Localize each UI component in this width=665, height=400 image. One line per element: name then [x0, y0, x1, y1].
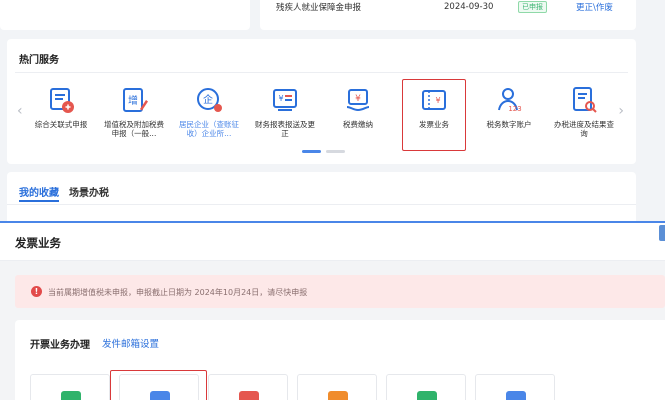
- invoice-tile[interactable]: [297, 374, 377, 400]
- chevron-left-icon[interactable]: ‹: [17, 103, 23, 119]
- digital-account-icon: 123: [498, 88, 522, 113]
- warning-alert: ! 当前属期增值税未申报，申报截止日期为 2024年10月24日，请尽快申报: [15, 275, 665, 308]
- invoice-business-page: 发票业务 ! 当前属期增值税未申报，申报截止日期为 2024年10月24日，请尽…: [0, 223, 665, 400]
- service-progress-query[interactable]: 办税进度及结果查询: [552, 85, 616, 138]
- tax-home-panel: 残疾人就业保障金申报 2024-09-30 已申报 更正\作废 热门服务 ‹ ›…: [0, 0, 665, 222]
- svg-text:¥: ¥: [278, 94, 283, 103]
- section-title: 开票业务办理: [30, 340, 90, 351]
- tile-icon: [417, 391, 437, 400]
- page-title: 发票业务: [15, 236, 61, 250]
- invoice-tile[interactable]: [475, 374, 555, 400]
- page-header: 发票业务: [0, 223, 665, 261]
- service-label: 居民企业（查账征收）企业所...: [179, 120, 239, 138]
- carousel-dot[interactable]: [326, 150, 345, 153]
- tab-my-favorites[interactable]: 我的收藏: [19, 184, 59, 199]
- svg-text:123: 123: [508, 105, 521, 113]
- alert-message: 当前属期增值税未申报，申报截止日期为 2024年10月24日，请尽快申报: [48, 288, 308, 297]
- invoice-tile[interactable]: [208, 374, 288, 400]
- status-badge: 已申报: [518, 1, 547, 13]
- declaration-row: 残疾人就业保障金申报 2024-09-30 已申报 更正\作废: [260, 0, 636, 14]
- report-doc-icon: [50, 88, 74, 113]
- hot-services-card: 热门服务 ‹ › 综合关联式申报 增 增值税及附加税费申报（一般... 企 居民…: [7, 39, 636, 164]
- svg-text:企: 企: [203, 93, 213, 106]
- declaration-list-card: 残疾人就业保障金申报 2024-09-30 已申报 更正\作废: [260, 0, 636, 30]
- correct-void-link[interactable]: 更正\作废: [576, 1, 613, 13]
- left-card-fragment: [0, 0, 250, 30]
- service-financial-report[interactable]: ¥ 财务报表报送及更正: [253, 85, 317, 138]
- service-tax-payment[interactable]: ¥ 税费缴纳: [326, 85, 390, 129]
- declaration-name: 残疾人就业保障金申报: [276, 3, 362, 13]
- service-label: 办税进度及结果查询: [554, 120, 614, 138]
- divider: [15, 72, 628, 73]
- highlight-box: [402, 79, 466, 151]
- highlight-box: [110, 370, 207, 400]
- divider: [7, 204, 636, 205]
- favorites-card: 我的收藏 场景办税: [7, 172, 636, 222]
- carousel-pagination: [302, 150, 345, 153]
- service-label: 税费缴纳: [343, 120, 373, 129]
- service-enterprise-income-tax[interactable]: 企 居民企业（查账征收）企业所...: [177, 85, 241, 138]
- service-vat-declaration[interactable]: 增 增值税及附加税费申报（一般...: [102, 85, 166, 138]
- vat-edit-icon: 增: [123, 88, 148, 112]
- hot-services-title: 热门服务: [19, 55, 59, 66]
- tax-payment-icon: ¥: [346, 89, 370, 112]
- invoicing-section: 开票业务办理 发件邮箱设置: [15, 320, 665, 400]
- tile-icon: [61, 391, 81, 400]
- invoice-tile[interactable]: [30, 374, 110, 400]
- side-tool-icon[interactable]: [659, 225, 665, 241]
- enterprise-tax-icon: 企: [197, 88, 222, 112]
- active-tab-indicator: [19, 200, 59, 202]
- financial-report-icon: ¥: [273, 89, 297, 111]
- chevron-right-icon[interactable]: ›: [618, 103, 624, 119]
- carousel-dot[interactable]: [302, 150, 321, 153]
- service-comprehensive-report[interactable]: 综合关联式申报: [29, 85, 93, 129]
- mail-settings-link[interactable]: 发件邮箱设置: [102, 336, 159, 350]
- tile-icon: [328, 391, 348, 400]
- service-digital-account[interactable]: 123 税务数字账户: [477, 85, 541, 129]
- tile-icon: [506, 391, 526, 400]
- declaration-date: 2024-09-30: [444, 2, 494, 12]
- progress-query-icon: [573, 87, 597, 113]
- svg-text:增: 增: [128, 94, 138, 107]
- tile-icon: [239, 391, 259, 400]
- service-label: 综合关联式申报: [34, 120, 88, 129]
- warning-icon: !: [31, 286, 42, 297]
- service-label: 税务数字账户: [486, 120, 532, 129]
- service-label: 财务报表报送及更正: [255, 120, 315, 138]
- tab-scenario-tax[interactable]: 场景办税: [69, 184, 109, 199]
- service-label: 增值税及附加税费申报（一般...: [104, 120, 164, 138]
- svg-text:¥: ¥: [355, 94, 361, 104]
- invoice-tile[interactable]: [386, 374, 466, 400]
